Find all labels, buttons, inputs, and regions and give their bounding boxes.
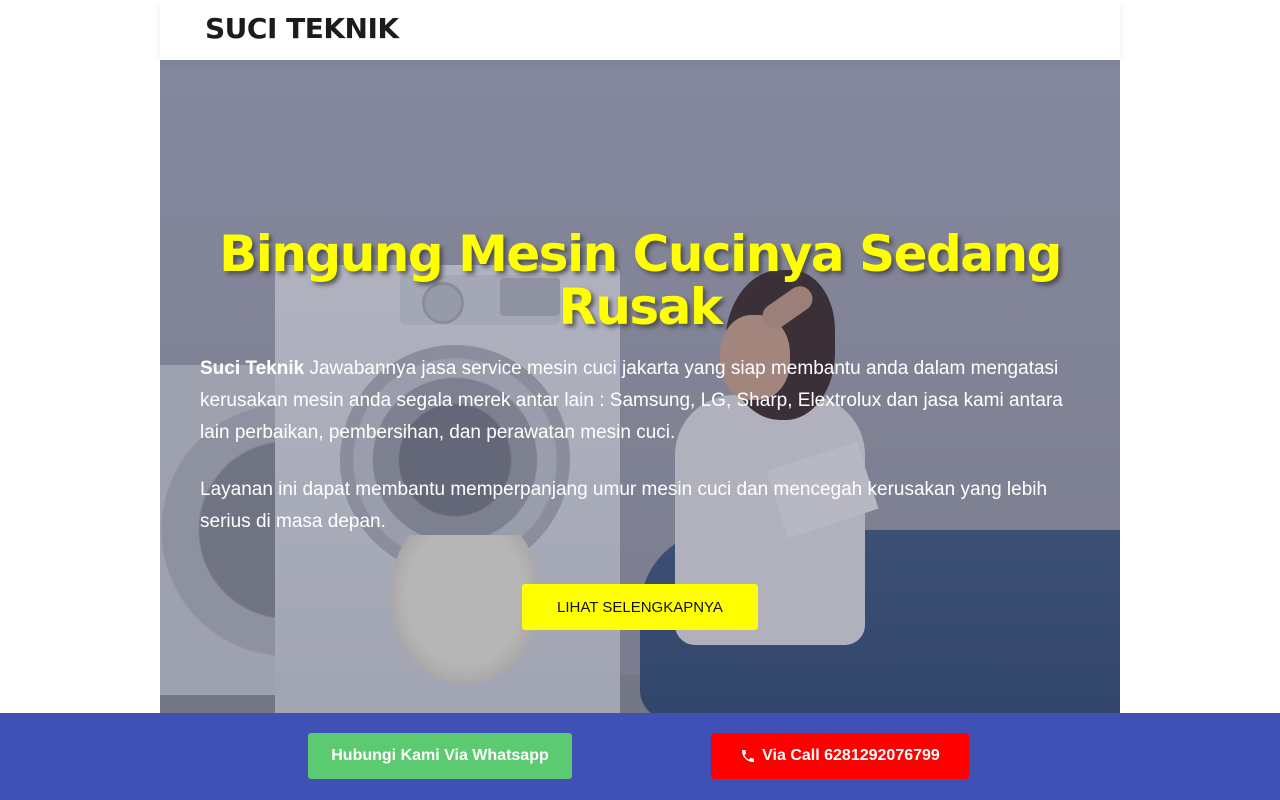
site-header: SUCI TEKNIK [160, 0, 1120, 60]
hero-paragraph-2: Layanan ini dapat membantu memperpanjang… [200, 479, 1048, 532]
hero-title: Bingung Mesin Cucinya Sedang Rusak [219, 225, 1062, 336]
hero-paragraph-1-text: Jawabannya jasa service mesin cuci jakar… [200, 358, 1063, 443]
call-button-label: Via Call 6281292076799 [762, 747, 940, 764]
hero-paragraph-1: Suci Teknik Jawabannya jasa service mesi… [200, 353, 1080, 449]
hero-brand-strong: Suci Teknik [200, 358, 305, 379]
hero-section: Bingung Mesin Cucinya Sedang Rusak Suci … [160, 60, 1120, 713]
call-button[interactable]: Via Call 6281292076799 [711, 733, 969, 779]
sticky-contact-bar: Hubungi Kami Via Whatsapp Via Call 62812… [0, 713, 1280, 800]
phone-icon [742, 750, 755, 762]
see-more-button[interactable]: LIHAT SELENGKAPNYA [522, 584, 758, 630]
whatsapp-button[interactable]: Hubungi Kami Via Whatsapp [308, 733, 572, 779]
site-logo-text[interactable]: SUCI TEKNIK [205, 12, 399, 45]
